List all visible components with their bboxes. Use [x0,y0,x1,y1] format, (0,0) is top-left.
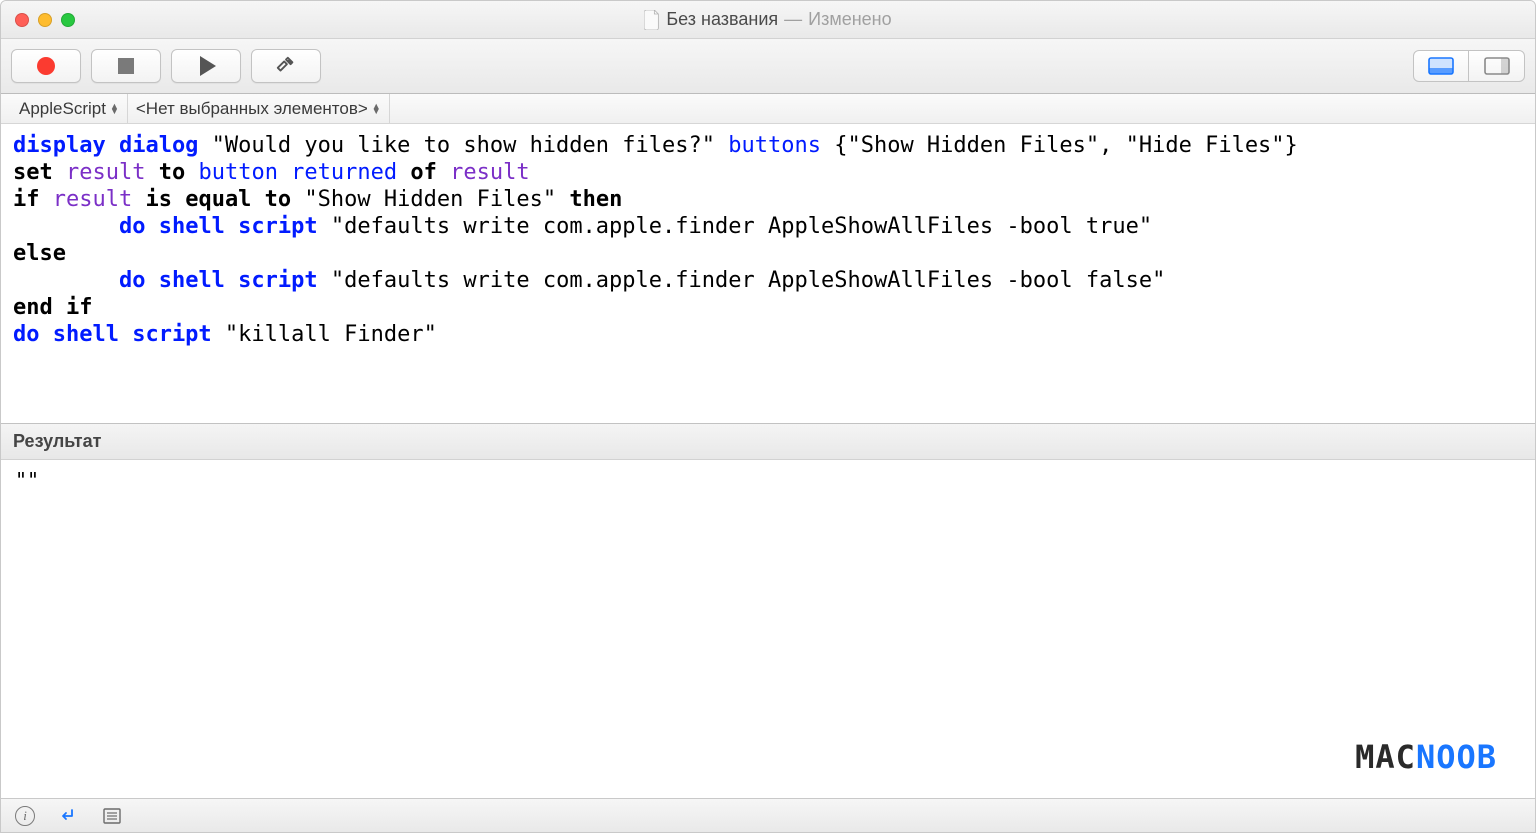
code-token: result [53,160,159,185]
status-bar: i [1,798,1535,832]
document-status: Изменено [808,9,891,30]
minimize-window-button[interactable] [38,13,52,27]
code-token: then [569,187,622,212]
result-body[interactable]: "" MACNOOB [1,460,1535,798]
stop-button[interactable] [91,49,161,83]
code-token: {"Show Hidden Files", "Hide Files"} [821,133,1298,158]
close-window-button[interactable] [15,13,29,27]
log-button[interactable] [101,805,123,827]
document-icon [644,10,660,30]
traffic-lights [15,13,75,27]
code-token: do shell script [13,322,212,347]
result-header: Результат [1,424,1535,460]
script-editor-window: Без названия — Изменено [0,0,1536,833]
watermark-part1: MAC [1355,738,1416,776]
code-editor[interactable]: display dialog "Would you like to show h… [1,124,1535,424]
language-selector[interactable]: AppleScript ▲▼ [11,94,128,123]
info-button[interactable]: i [15,806,35,826]
toolbar-left-group [11,49,321,83]
titlebar[interactable]: Без названия — Изменено [1,1,1535,39]
code-token: button returned [185,160,410,185]
element-selector[interactable]: <Нет выбранных элементов> ▲▼ [128,94,390,123]
watermark-part2: NOOB [1416,738,1497,776]
record-icon [37,57,55,75]
code-token: do shell script [13,268,318,293]
return-arrow-icon [58,806,78,826]
code-token: result [40,187,146,212]
element-label: <Нет выбранных элементов> [136,99,368,119]
compile-button[interactable] [251,49,321,83]
chevron-updown-icon: ▲▼ [372,104,381,114]
record-button[interactable] [11,49,81,83]
watermark: MACNOOB [1355,738,1497,776]
chevron-updown-icon: ▲▼ [110,104,119,114]
code-token: "defaults write com.apple.finder AppleSh… [318,214,1152,239]
language-label: AppleScript [19,99,106,119]
code-token: result [437,160,530,185]
view-mode-segmented [1413,50,1525,82]
view-mode-bottom-panel-button[interactable] [1414,51,1469,81]
code-token: end if [13,295,92,320]
code-token: do shell script [13,214,318,239]
description-button[interactable] [57,805,79,827]
list-icon [102,806,122,826]
run-button[interactable] [171,49,241,83]
info-icon: i [23,807,27,824]
code-token: else [13,241,66,266]
document-title: Без названия [666,9,778,30]
code-token: is equal to [145,187,291,212]
result-output: "" [15,468,39,492]
panel-side-icon [1484,57,1510,75]
stop-icon [118,58,134,74]
window-title: Без названия — Изменено [644,9,891,30]
toolbar [1,39,1535,94]
toolbar-right-group [1413,50,1525,82]
code-token: "Would you like to show hidden files?" [198,133,728,158]
zoom-window-button[interactable] [61,13,75,27]
code-token: display dialog [13,133,198,158]
result-header-label: Результат [13,431,101,452]
code-token: of [410,160,437,185]
panel-bottom-icon [1428,57,1454,75]
navigation-bar: AppleScript ▲▼ <Нет выбранных элементов>… [1,94,1535,124]
code-token: "killall Finder" [212,322,437,347]
code-token: if [13,187,40,212]
title-separator: — [784,9,802,30]
hammer-icon [275,55,297,77]
code-token: buttons [728,133,821,158]
code-token: set [13,160,53,185]
code-token: "defaults write com.apple.finder AppleSh… [318,268,1166,293]
view-mode-side-panel-button[interactable] [1469,51,1524,81]
code-token: "Show Hidden Files" [291,187,569,212]
play-icon [200,56,216,76]
code-token: to [159,160,186,185]
